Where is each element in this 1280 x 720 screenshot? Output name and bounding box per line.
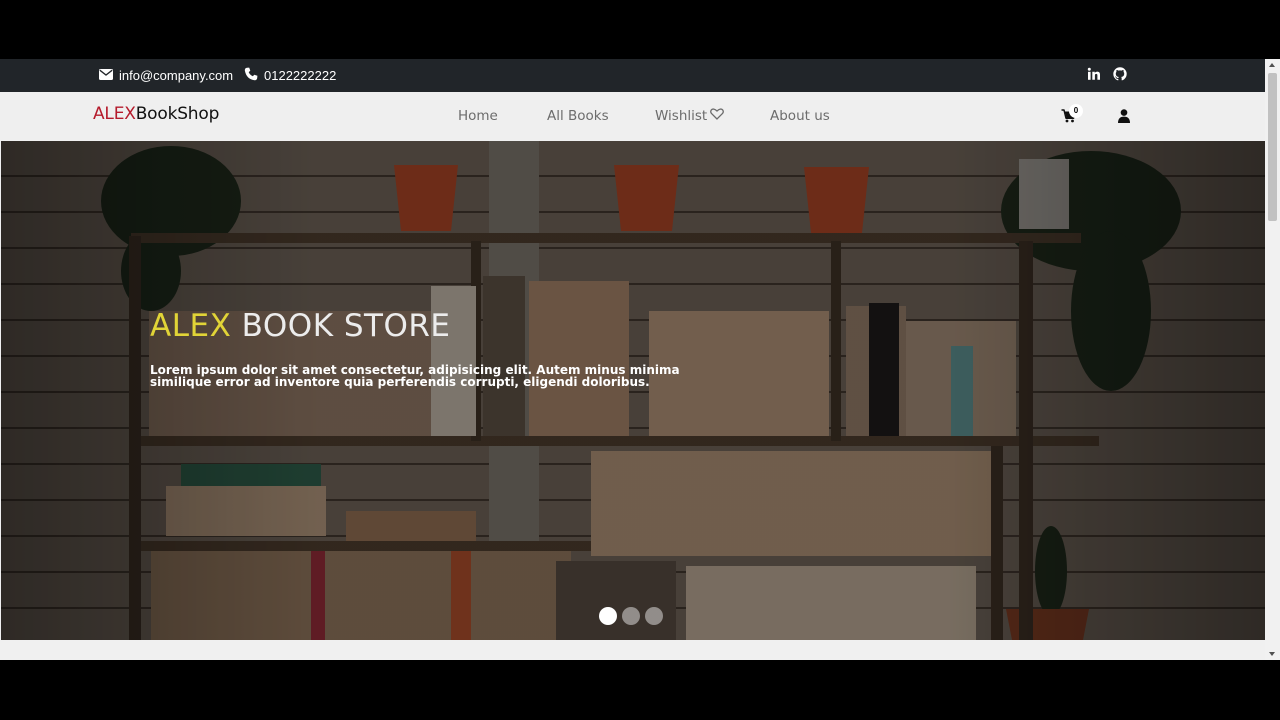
main-navbar: ALEXBookShop Home All Books Wishlist Abo… [0,92,1265,140]
account-button[interactable] [1117,109,1131,128]
nav-home[interactable]: Home [458,108,498,124]
github-icon[interactable] [1113,67,1127,84]
user-icon[interactable] [1118,109,1130,128]
phone-text[interactable]: 0122222222 [264,68,336,83]
nav-about-us[interactable]: About us [770,108,830,124]
vertical-scrollbar[interactable] [1265,59,1280,660]
top-contact-bar: info@company.com 0122222222 [0,59,1265,92]
nav-all-books[interactable]: All Books [547,108,609,124]
heart-icon[interactable] [710,108,725,124]
browser-viewport: info@company.com 0122222222 ALEXBookShop… [0,59,1280,660]
cart-count-badge: 0 [1069,104,1083,118]
linkedin-icon[interactable] [1087,67,1101,84]
nav-wishlist[interactable]: Wishlist [655,108,725,124]
phone-icon [244,67,258,84]
github-link[interactable] [1113,59,1127,92]
phone-contact[interactable]: 0122222222 [244,59,336,92]
carousel-indicators [599,607,663,625]
scroll-up-arrow-icon[interactable] [1269,63,1275,67]
hero-title-accent: ALEX [150,308,232,344]
bookshelf-photo [1,141,1265,640]
carousel-dot-2[interactable] [622,607,640,625]
scroll-down-arrow-icon[interactable] [1269,652,1275,656]
brand-logo[interactable]: ALEXBookShop [93,104,219,124]
hero-description: Lorem ipsum dolor sit amet consectetur, … [150,363,680,389]
hero-title-rest: BOOK STORE [231,308,451,344]
email-contact[interactable]: info@company.com [99,59,233,92]
envelope-icon [99,68,113,83]
nav-wishlist-label[interactable]: Wishlist [655,108,707,124]
linkedin-link[interactable] [1087,59,1101,92]
email-text[interactable]: info@company.com [119,68,233,83]
carousel-dot-3[interactable] [645,607,663,625]
carousel-dot-1[interactable] [599,607,617,625]
brand-name[interactable]: BookShop [136,104,220,124]
hero-carousel: ALEX BOOK STORE Lorem ipsum dolor sit am… [1,141,1265,640]
scrollbar-thumb[interactable] [1268,73,1277,221]
brand-accent[interactable]: ALEX [93,104,136,124]
hero-title: ALEX BOOK STORE [150,308,451,344]
